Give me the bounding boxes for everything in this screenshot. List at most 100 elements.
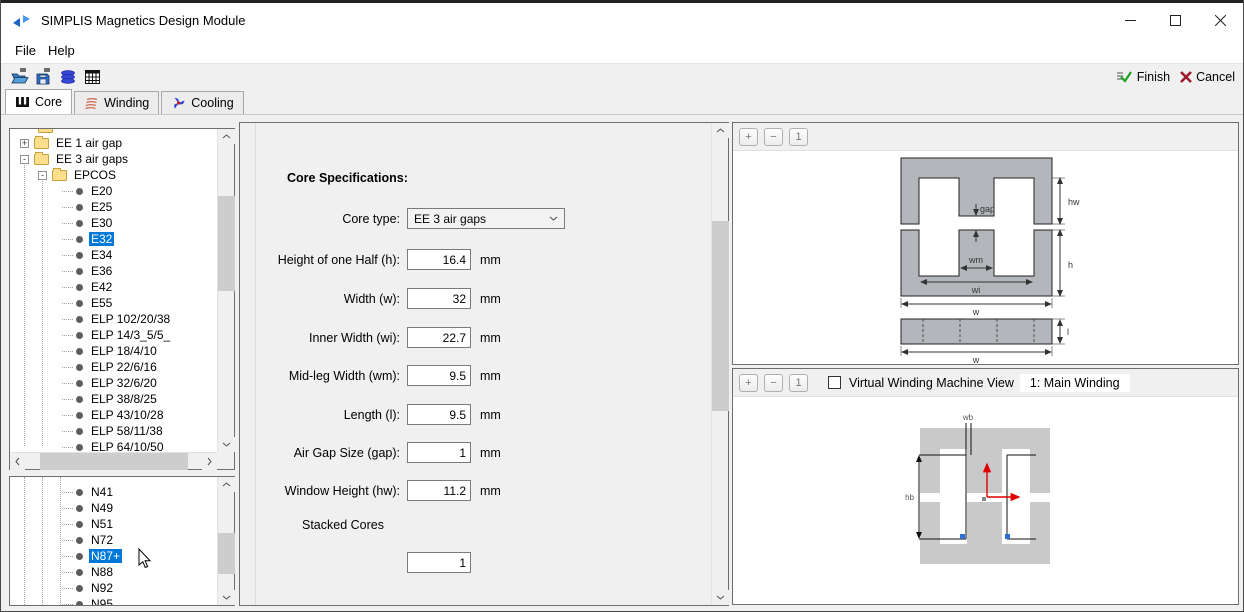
zoom-in-button[interactable]: + — [739, 128, 758, 146]
field-unit: mm — [480, 446, 501, 460]
tree-item[interactable]: N95 — [10, 596, 217, 605]
inner-width-input[interactable] — [407, 327, 471, 348]
tree-item[interactable]: N88 — [10, 564, 217, 580]
vwm-winding-selector[interactable]: 1: Main Winding — [1020, 374, 1130, 392]
zoom-one-button[interactable]: 1 — [789, 128, 808, 146]
menu-file[interactable]: File — [9, 41, 42, 60]
tree-item[interactable]: N41 — [10, 484, 217, 500]
zoom-one-button[interactable]: 1 — [789, 374, 808, 392]
vwm-diagram: hb wb — [733, 397, 1238, 604]
tree-item[interactable]: ELP 22/6/16 — [10, 359, 217, 375]
mouse-cursor — [138, 548, 152, 569]
folder-icon — [34, 138, 49, 149]
folder-icon — [34, 154, 49, 165]
expand-icon[interactable]: + — [20, 139, 29, 148]
tree-item[interactable]: E36 — [10, 263, 217, 279]
database-button[interactable] — [57, 68, 79, 86]
cancel-button[interactable]: Cancel — [1180, 70, 1235, 84]
minimize-button[interactable] — [1108, 3, 1153, 38]
save-core-button[interactable] — [33, 68, 55, 86]
tree-item-label: ELP 58/11/38 — [89, 424, 165, 438]
scrollbar-corner — [217, 452, 234, 469]
tree-item[interactable]: ELP 102/20/38 — [10, 311, 217, 327]
form-vscrollbar[interactable] — [711, 123, 728, 605]
svg-text:gap: gap — [980, 204, 995, 214]
leaf-bullet-icon — [76, 489, 83, 496]
tree-item[interactable]: E34 — [10, 247, 217, 263]
vwm-wire-start-marker — [960, 534, 965, 539]
tree-item[interactable]: ELP 32/6/20 — [10, 375, 217, 391]
tab-cooling[interactable]: Cooling — [161, 91, 243, 114]
tab-winding[interactable]: Winding — [74, 91, 159, 114]
tree-item[interactable]: N92 — [10, 580, 217, 596]
collapse-icon[interactable]: - — [20, 155, 29, 164]
tree-item[interactable]: N51 — [10, 516, 217, 532]
table-button[interactable] — [81, 68, 103, 86]
close-button[interactable] — [1198, 3, 1243, 38]
leaf-bullet-icon — [76, 348, 83, 355]
scroll-down-icon[interactable] — [712, 590, 729, 605]
scroll-down-icon[interactable] — [218, 590, 235, 605]
scroll-up-icon[interactable] — [218, 129, 235, 144]
tree-item[interactable]: N72 — [10, 532, 217, 548]
tree-item[interactable]: ELP 58/11/38 — [10, 423, 217, 439]
tree-item[interactable]: -EPCOS — [10, 167, 217, 183]
menu-bar: File Help — [1, 38, 1243, 63]
form-heading: Core Specifications: — [287, 171, 408, 185]
scroll-down-icon[interactable] — [218, 437, 235, 452]
tree-item[interactable]: E55 — [10, 295, 217, 311]
scroll-left-icon[interactable] — [10, 453, 25, 470]
air-gap-size-input[interactable] — [407, 442, 471, 463]
svg-text:wb: wb — [962, 413, 974, 422]
panel-divider — [255, 123, 256, 605]
tree-item[interactable]: ELP 38/8/25 — [10, 391, 217, 407]
core-type-select[interactable]: EE 3 air gaps — [407, 208, 565, 229]
window-height-input[interactable] — [407, 480, 471, 501]
tree-item[interactable]: ELP 43/10/28 — [10, 407, 217, 423]
stacked-cores-input[interactable] — [407, 552, 471, 573]
tree-item-label: ELP 102/20/38 — [89, 312, 172, 326]
open-folder-icon — [11, 68, 30, 85]
length-input[interactable] — [407, 404, 471, 425]
tree-item[interactable]: ELP 18/4/10 — [10, 343, 217, 359]
core-tree-vscrollbar[interactable] — [217, 129, 234, 452]
collapse-icon[interactable]: - — [38, 171, 47, 180]
open-core-button[interactable] — [9, 68, 31, 86]
tree-item-label: E55 — [89, 296, 114, 310]
tree-item[interactable]: E20 — [10, 183, 217, 199]
zoom-out-button[interactable]: − — [764, 128, 783, 146]
tab-winding-label: Winding — [104, 96, 149, 110]
mid-leg-width-input[interactable] — [407, 365, 471, 386]
core-tree-hscrollbar[interactable] — [10, 452, 217, 469]
tree-item[interactable]: N49 — [10, 500, 217, 516]
scroll-right-icon[interactable] — [202, 453, 217, 470]
finish-button[interactable]: Finish — [1117, 70, 1170, 84]
zoom-out-button[interactable]: − — [764, 374, 783, 392]
main-toolbar: Finish Cancel — [1, 63, 1243, 89]
zoom-in-button[interactable]: + — [739, 374, 758, 392]
tree-item[interactable]: N87+ — [10, 548, 217, 564]
tree-item[interactable]: E25 — [10, 199, 217, 215]
tab-core[interactable]: Core — [5, 89, 72, 114]
scroll-up-icon[interactable] — [712, 123, 729, 138]
maximize-button[interactable] — [1153, 3, 1198, 38]
scroll-up-icon[interactable] — [218, 477, 235, 492]
vwm-checkbox[interactable] — [828, 376, 841, 389]
tree-item[interactable]: ELP 14/3_5/5_ — [10, 327, 217, 343]
tree-item[interactable]: ELP 64/10/50 — [10, 439, 217, 452]
height-of-one-half-input[interactable] — [407, 249, 471, 270]
folder-icon — [38, 129, 53, 133]
scroll-thumb[interactable] — [712, 221, 729, 411]
tree-item[interactable]: E32 — [10, 231, 217, 247]
tree-item[interactable]: +EE 1 air gap — [10, 135, 217, 151]
tree-item[interactable]: E42 — [10, 279, 217, 295]
scroll-thumb[interactable] — [218, 533, 235, 574]
material-tree-vscrollbar[interactable] — [217, 477, 234, 605]
scroll-thumb[interactable] — [40, 453, 188, 470]
tree-item[interactable]: E30 — [10, 215, 217, 231]
tree-item[interactable]: -EE 3 air gaps — [10, 151, 217, 167]
finish-label: Finish — [1137, 70, 1170, 84]
scroll-thumb[interactable] — [218, 196, 235, 291]
menu-help[interactable]: Help — [42, 41, 81, 60]
width-input[interactable] — [407, 288, 471, 309]
